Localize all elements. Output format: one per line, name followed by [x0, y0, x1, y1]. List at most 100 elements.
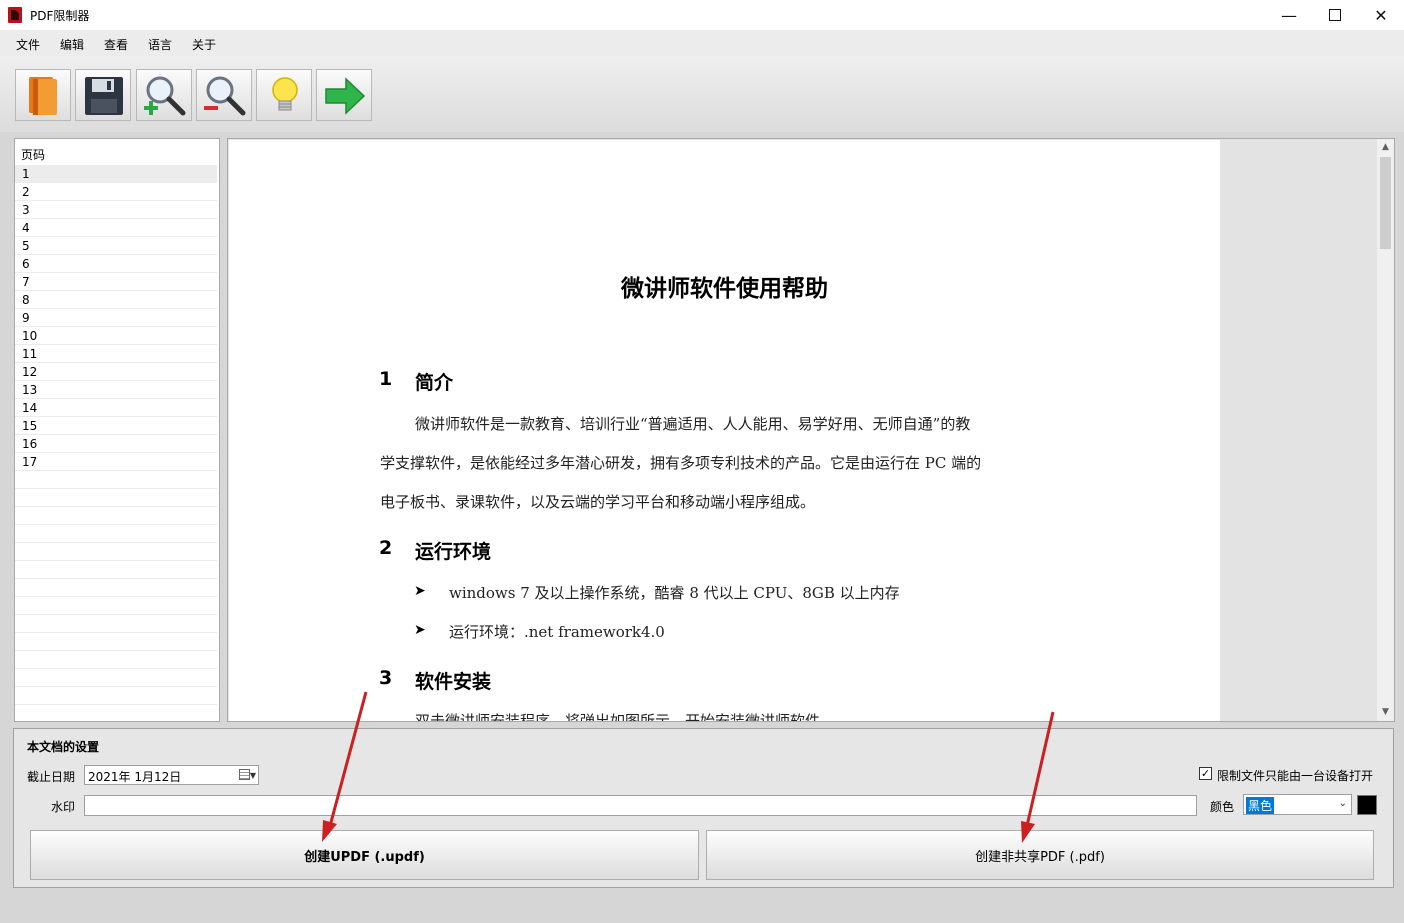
- watermark-input[interactable]: [84, 795, 1197, 816]
- watermark-label: 水印: [51, 800, 76, 814]
- calendar-icon: [239, 769, 250, 780]
- page-list-row[interactable]: 9: [15, 309, 217, 327]
- page-list-row[interactable]: 6: [15, 255, 217, 273]
- page-list-empty-row: [15, 543, 217, 561]
- open-book-icon: [29, 77, 57, 115]
- zoom-in-button[interactable]: [136, 69, 192, 121]
- create-pdf-button[interactable]: 创建非共享PDF (.pdf): [706, 830, 1374, 880]
- page-list-row[interactable]: 5: [15, 237, 217, 255]
- zoom-out-button[interactable]: [196, 69, 252, 121]
- page-number: 8: [22, 293, 30, 307]
- expiry-date-picker[interactable]: 2021年 1月12日 ▼: [84, 765, 259, 785]
- paragraph-line: 微讲师软件是一款教育、培训行业“普遍适用、人人能用、易学好用、无师自通”的教: [415, 415, 971, 433]
- page-list-row[interactable]: 1: [15, 165, 217, 183]
- chevron-down-icon: ⌄: [1338, 798, 1347, 809]
- chevron-down-icon: ▼: [249, 771, 256, 780]
- section-number: 3: [379, 667, 393, 689]
- next-button[interactable]: [316, 69, 372, 121]
- page-list-row[interactable]: 2: [15, 183, 217, 201]
- maximize-icon: [1329, 9, 1341, 21]
- page-number: 3: [22, 203, 30, 217]
- zoom-in-icon: [144, 76, 186, 116]
- save-button[interactable]: [75, 69, 131, 121]
- page-list-row[interactable]: 4: [15, 219, 217, 237]
- page-number: 5: [22, 239, 30, 253]
- page-number: 15: [22, 419, 38, 433]
- list-item: 运行环境：.net framework4.0: [449, 623, 665, 641]
- device-limit-label[interactable]: 限制文件只能由一台设备打开: [1217, 767, 1373, 784]
- page-list-row[interactable]: 14: [15, 399, 217, 417]
- page-list-row[interactable]: 10: [15, 327, 217, 345]
- color-swatch[interactable]: [1357, 795, 1377, 815]
- document-page: 微讲师软件使用帮助 1 简介 微讲师软件是一款教育、培训行业“普遍适用、人人能用…: [229, 140, 1220, 721]
- document-viewer[interactable]: 微讲师软件使用帮助 1 简介 微讲师软件是一款教育、培训行业“普遍适用、人人能用…: [227, 138, 1395, 722]
- section-title: 简介: [415, 372, 454, 394]
- bullet-arrow-icon: ➤: [414, 622, 426, 638]
- scroll-thumb[interactable]: [1380, 157, 1391, 249]
- page-number: 2: [22, 185, 30, 199]
- page-list-empty-row: [15, 615, 217, 633]
- page-number: 14: [22, 401, 38, 415]
- menu-language[interactable]: 语言: [148, 36, 172, 53]
- page-list-empty-row: [15, 687, 217, 705]
- page-number: 12: [22, 365, 38, 379]
- document-title: 微讲师软件使用帮助: [621, 276, 828, 302]
- menu-about[interactable]: 关于: [192, 36, 216, 53]
- page-list-empty-row: [15, 489, 217, 507]
- section-number: 1: [379, 368, 393, 390]
- page-number: 16: [22, 437, 38, 451]
- page-list[interactable]: 页码 1 2 3 4 5 6 7 8 9 10 11 12 13 14 15 16 17: [14, 138, 220, 722]
- page-list-row[interactable]: 15: [15, 417, 217, 435]
- page-number: 1: [22, 167, 30, 181]
- minimize-icon: —: [1281, 5, 1297, 25]
- section-title: 软件安装: [415, 671, 492, 693]
- close-button[interactable]: ✕: [1358, 0, 1404, 30]
- paragraph-line: 电子板书、录课软件，以及云端的学习平台和移动端小程序组成。: [380, 493, 816, 511]
- page-list-empty-row: [15, 669, 217, 687]
- section-title: 运行环境: [415, 541, 492, 563]
- lightbulb-icon: [272, 77, 298, 111]
- minimize-button[interactable]: —: [1266, 0, 1312, 30]
- maximize-button[interactable]: [1312, 0, 1358, 30]
- color-select[interactable]: 黑色 ⌄: [1243, 794, 1352, 815]
- expiry-date-value: 2021年 1月12日: [88, 770, 182, 784]
- arrow-right-icon: [325, 77, 366, 115]
- page-number: 4: [22, 221, 30, 235]
- page-number: 13: [22, 383, 38, 397]
- menu-file[interactable]: 文件: [16, 36, 40, 53]
- page-list-row[interactable]: 13: [15, 381, 217, 399]
- color-select-value: 黑色: [1246, 797, 1275, 814]
- page-list-row[interactable]: 16: [15, 435, 217, 453]
- page-number: 10: [22, 329, 38, 343]
- page-list-row[interactable]: 3: [15, 201, 217, 219]
- scroll-down-icon[interactable]: ▼: [1377, 704, 1394, 721]
- create-updf-label: 创建UPDF (.updf): [304, 849, 425, 865]
- create-updf-button[interactable]: 创建UPDF (.updf): [30, 830, 699, 880]
- settings-title: 本文档的设置: [27, 740, 100, 754]
- page-number: 7: [22, 275, 30, 289]
- page-list-row[interactable]: 11: [15, 345, 217, 363]
- page-list-row[interactable]: 17: [15, 453, 217, 471]
- page-list-row[interactable]: 7: [15, 273, 217, 291]
- zoom-out-icon: [204, 76, 246, 116]
- page-list-empty-row: [15, 471, 217, 489]
- device-limit-checkbox[interactable]: ✓: [1199, 767, 1212, 780]
- menu-view[interactable]: 查看: [104, 36, 128, 53]
- page-list-header: 页码: [21, 148, 46, 162]
- page-list-empty-row: [15, 525, 217, 543]
- vertical-scrollbar[interactable]: ▲ ▼: [1377, 139, 1394, 721]
- page-list-empty-row: [15, 579, 217, 597]
- page-list-empty-row: [15, 507, 217, 525]
- list-item: windows 7 及以上操作系统，酷睿 8 代以上 CPU、8GB 以上内存: [449, 584, 900, 602]
- expiry-date-label: 截止日期: [27, 770, 76, 784]
- app-icon: [8, 7, 22, 23]
- page-list-row[interactable]: 12: [15, 363, 217, 381]
- page-number: 11: [22, 347, 38, 361]
- scroll-up-icon[interactable]: ▲: [1377, 139, 1394, 156]
- menu-edit[interactable]: 编辑: [60, 36, 84, 53]
- page-list-row[interactable]: 8: [15, 291, 217, 309]
- tip-button[interactable]: [256, 69, 312, 121]
- paragraph-line: 学支撑软件，是依能经过多年潜心研发，拥有多项专利技术的产品。它是由运行在 PC …: [380, 454, 982, 472]
- bullet-arrow-icon: ➤: [414, 583, 426, 599]
- open-button[interactable]: [15, 69, 71, 121]
